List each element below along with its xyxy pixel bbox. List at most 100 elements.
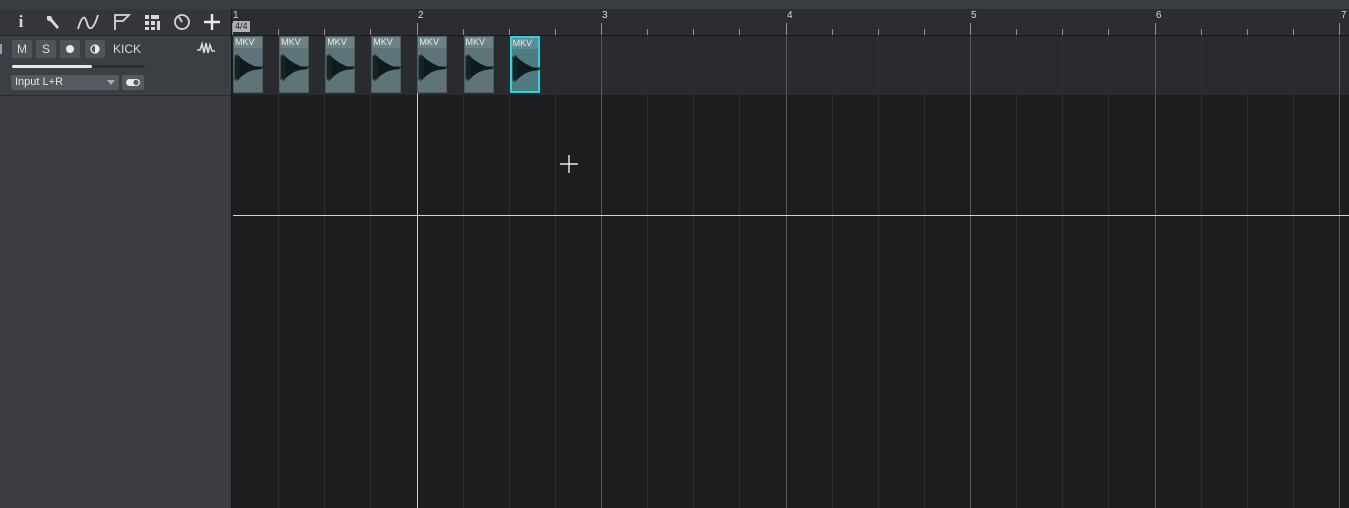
ruler-beat-tick — [923, 29, 925, 35]
volume-slider[interactable] — [12, 65, 145, 68]
audio-clip-label: MKV — [418, 37, 447, 48]
grid-beat-line — [278, 36, 280, 508]
monitor-icon — [90, 44, 100, 54]
chevron-down-icon — [107, 80, 115, 85]
ruler-beat-tick — [462, 29, 464, 35]
track-header-kick[interactable]: M S KICK Input L+R — [0, 36, 232, 96]
arrangement-view[interactable]: MKV MKV MKV MKV MKV MKV MKV — [233, 36, 1349, 508]
grid-bar-line — [601, 36, 602, 508]
grid-beat-line — [508, 36, 510, 508]
bar-number: 2 — [418, 10, 424, 21]
ruler-bar-tick — [785, 23, 787, 35]
ruler-beat-tick — [1062, 29, 1064, 35]
audio-waveform-icon[interactable] — [196, 41, 216, 55]
marker-flag-icon[interactable] — [111, 11, 133, 33]
grid-beat-line — [877, 36, 879, 508]
audio-clip[interactable]: MKV — [417, 36, 449, 93]
record-arm-button[interactable] — [60, 40, 80, 58]
audio-clip[interactable]: MKV — [509, 36, 542, 93]
audio-clip[interactable]: MKV — [371, 36, 403, 93]
grid-beat-line — [923, 36, 925, 508]
ruler-beat-tick — [831, 29, 833, 35]
ruler-bar-tick — [1154, 23, 1156, 35]
audio-clip-label: MKV — [326, 37, 355, 48]
grid-beat-line — [1292, 36, 1294, 508]
time-signature[interactable]: 4/4 — [233, 21, 250, 32]
grid-layout-icon[interactable] — [141, 11, 163, 33]
toggle-switch-icon — [126, 79, 140, 86]
info-glyph: i — [18, 12, 24, 31]
drop-indicator-line — [233, 215, 1349, 216]
audio-clip-label: MKV — [234, 37, 262, 48]
ruler-beat-tick — [554, 29, 556, 35]
ruler-bar-tick — [1339, 23, 1340, 35]
grid-beat-line — [554, 36, 556, 508]
grid-beat-line — [1108, 36, 1110, 508]
record-icon — [66, 45, 74, 53]
grid-beat-line — [1016, 36, 1018, 508]
audio-clip[interactable]: MKV — [325, 36, 357, 93]
grid-beat-line — [1200, 36, 1202, 508]
grid-bar-line — [1339, 36, 1340, 508]
crosshair-cursor-icon — [560, 155, 578, 173]
clip-waveform-icon — [280, 54, 311, 81]
clip-waveform-icon — [234, 54, 264, 81]
ruler-bar-tick — [601, 23, 602, 35]
ruler-bar-tick — [970, 23, 971, 35]
ruler-beat-tick — [647, 29, 649, 35]
track-name[interactable]: KICK — [113, 42, 141, 56]
ruler-bar-tick — [416, 23, 418, 35]
clip-waveform-icon — [512, 55, 542, 82]
tempo-clock-icon[interactable] — [171, 11, 193, 33]
input-select-value: Input L+R — [15, 76, 64, 88]
grid-bar-line — [970, 36, 971, 508]
input-monitor-toggle[interactable] — [122, 75, 144, 90]
audio-clip-label: MKV — [464, 37, 493, 48]
grid-beat-line — [1062, 36, 1064, 508]
grid-beat-line — [831, 36, 833, 508]
grid-bar-line — [1154, 36, 1156, 508]
audio-clip-label: MKV — [372, 37, 401, 48]
grid-beat-line — [693, 36, 695, 508]
clip-waveform-icon — [465, 54, 495, 81]
panel-divider[interactable] — [231, 9, 232, 508]
ruler-beat-tick — [877, 29, 879, 35]
clip-waveform-icon — [326, 54, 357, 81]
audio-clip[interactable]: MKV — [233, 36, 264, 93]
grid-beat-line — [739, 36, 741, 508]
solo-button[interactable]: S — [36, 40, 56, 58]
add-track-icon[interactable] — [201, 11, 223, 33]
grid-beat-line — [462, 36, 464, 508]
ruler-beat-tick — [739, 29, 741, 35]
monitor-button[interactable] — [85, 40, 105, 58]
grid-bar-line — [785, 36, 787, 508]
bar-number: 6 — [1156, 10, 1162, 21]
bar-number: 4 — [787, 10, 793, 21]
clip-waveform-icon — [418, 54, 449, 81]
grid-beat-line — [324, 36, 326, 508]
ruler-beat-tick — [693, 29, 695, 35]
timeline-ruler[interactable]: 1 2 3 4 5 6 7 4/4 — [232, 9, 1349, 36]
bar-number: 3 — [602, 10, 608, 21]
grid-bar-line — [416, 36, 418, 508]
clip-waveform-icon — [372, 54, 403, 81]
automation-curve-icon[interactable] — [77, 11, 99, 33]
ruler-beat-tick — [324, 29, 326, 35]
input-select[interactable]: Input L+R — [11, 75, 119, 90]
bar-number: 1 — [233, 10, 239, 21]
bar-number: 7 — [1341, 10, 1347, 21]
volume-slider-fill — [12, 65, 92, 68]
ruler-beat-tick — [1108, 29, 1110, 35]
track-list-empty-area[interactable] — [0, 96, 232, 508]
ruler-beat-tick — [508, 29, 510, 35]
audio-clip[interactable]: MKV — [279, 36, 311, 93]
ruler-beat-tick — [1292, 29, 1294, 35]
grid-beat-line — [647, 36, 649, 508]
audio-clip-label: MKV — [511, 38, 538, 49]
info-icon[interactable]: i — [10, 11, 32, 33]
track-toolbar: i — [0, 9, 232, 36]
ruler-beat-tick — [1200, 29, 1202, 35]
wrench-icon[interactable] — [42, 11, 64, 33]
mute-button[interactable]: M — [12, 40, 32, 58]
audio-clip[interactable]: MKV — [463, 36, 495, 93]
